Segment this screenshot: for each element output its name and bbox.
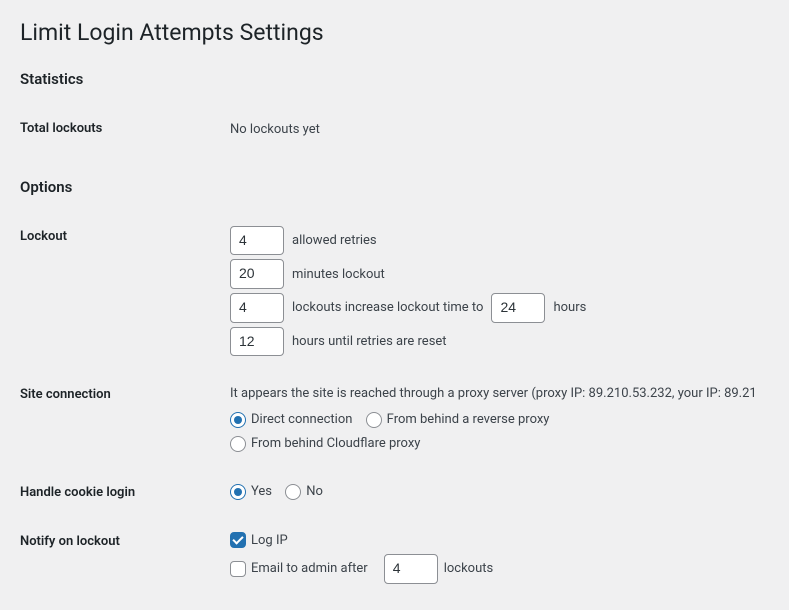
minutes-lockout-row: minutes lockout <box>230 259 759 289</box>
lockout-settings: allowed retries minutes lockout lockouts… <box>220 214 769 372</box>
cookie-yes-radio[interactable] <box>230 484 246 500</box>
cloudflare-proxy-text: From behind Cloudflare proxy <box>251 434 420 454</box>
handle-cookie-label: Handle cookie login <box>20 470 220 518</box>
total-lockouts-value: No lockouts yet <box>220 106 769 153</box>
page-title: Limit Login Attempts Settings <box>20 10 769 50</box>
handle-cookie-settings: Yes No <box>220 470 769 518</box>
cookie-yes-text: Yes <box>251 482 272 502</box>
reverse-proxy-text: From behind a reverse proxy <box>387 410 550 430</box>
lockout-label: Lockout <box>20 214 220 372</box>
log-ip-option[interactable]: Log IP <box>230 531 288 551</box>
log-ip-row: Log IP <box>230 531 759 551</box>
table-row: Handle cookie login Yes No <box>20 470 769 518</box>
options-heading: Options <box>20 178 769 196</box>
allowed-retries-text: allowed retries <box>292 231 377 251</box>
log-ip-checkbox[interactable] <box>230 532 246 548</box>
allowed-retries-input[interactable] <box>230 226 284 256</box>
direct-connection-text: Direct connection <box>251 410 352 430</box>
table-row: Site connection It appears the site is r… <box>20 372 769 470</box>
options-table: Lockout allowed retries minutes lockout … <box>20 214 769 600</box>
email-admin-text: Email to admin after <box>251 559 368 579</box>
site-connection-settings: It appears the site is reached through a… <box>220 372 769 470</box>
table-row: Total lockouts No lockouts yet <box>20 106 769 153</box>
cookie-yes-option[interactable]: Yes <box>230 482 272 502</box>
email-admin-option[interactable]: Email to admin after <box>230 559 368 579</box>
site-connection-label: Site connection <box>20 372 220 470</box>
lockouts-increase-hours-input[interactable] <box>491 293 545 323</box>
lockouts-increase-text: lockouts increase lockout time to <box>292 298 483 318</box>
hours-text: hours <box>553 298 586 318</box>
email-admin-checkbox[interactable] <box>230 561 246 577</box>
direct-connection-option[interactable]: Direct connection <box>230 410 352 430</box>
reverse-proxy-option[interactable]: From behind a reverse proxy <box>366 410 550 430</box>
cloudflare-proxy-option[interactable]: From behind Cloudflare proxy <box>230 434 420 454</box>
cookie-no-option[interactable]: No <box>285 482 323 502</box>
reverse-proxy-radio[interactable] <box>366 412 382 428</box>
table-row: Lockout allowed retries minutes lockout … <box>20 214 769 372</box>
lockouts-increase-row: lockouts increase lockout time to hours <box>230 293 759 323</box>
hours-until-reset-text: hours until retries are reset <box>292 332 447 352</box>
table-row: Notify on lockout Log IP Email to admin … <box>20 519 769 600</box>
notify-label: Notify on lockout <box>20 519 220 600</box>
cookie-no-radio[interactable] <box>285 484 301 500</box>
hours-until-reset-row: hours until retries are reset <box>230 327 759 357</box>
log-ip-text: Log IP <box>251 531 288 551</box>
direct-connection-radio[interactable] <box>230 412 246 428</box>
site-connection-info: It appears the site is reached through a… <box>230 384 759 404</box>
cloudflare-proxy-radio[interactable] <box>230 436 246 452</box>
minutes-lockout-input[interactable] <box>230 259 284 289</box>
cookie-no-text: No <box>306 482 323 502</box>
email-admin-row: Email to admin after lockouts <box>230 554 759 584</box>
total-lockouts-label: Total lockouts <box>20 106 220 153</box>
email-admin-after-input[interactable] <box>384 554 438 584</box>
statistics-heading: Statistics <box>20 70 769 88</box>
email-admin-lockouts-text: lockouts <box>444 559 494 579</box>
statistics-table: Total lockouts No lockouts yet <box>20 106 769 153</box>
allowed-retries-row: allowed retries <box>230 226 759 256</box>
minutes-lockout-text: minutes lockout <box>292 265 385 285</box>
hours-until-reset-input[interactable] <box>230 327 284 357</box>
notify-settings: Log IP Email to admin after lockouts <box>220 519 769 600</box>
lockouts-increase-input[interactable] <box>230 293 284 323</box>
